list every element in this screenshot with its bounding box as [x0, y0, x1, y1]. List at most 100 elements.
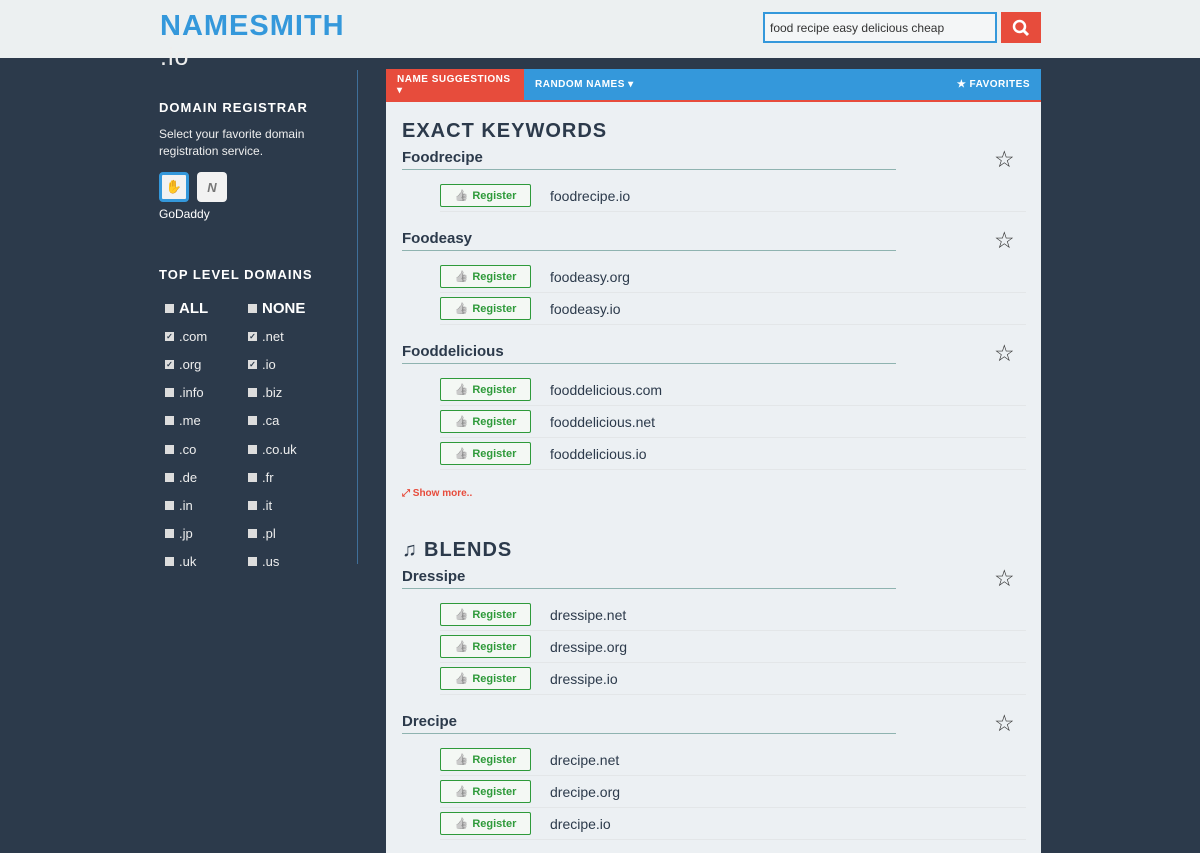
favorite-star-icon[interactable]: ☆ [994, 710, 1015, 737]
register-button[interactable]: 👍 Register [440, 184, 531, 207]
register-label: Register [472, 785, 517, 798]
domain-row: 👍 Register fooddelicious.io [440, 438, 1026, 470]
domain-name[interactable]: foodeasy.org [550, 269, 630, 285]
tld-option[interactable]: NONE [248, 294, 331, 322]
register-button[interactable]: 👍 Register [440, 748, 531, 771]
domain-name[interactable]: dressipe.net [550, 607, 626, 623]
register-button[interactable]: 👍 Register [440, 812, 531, 835]
namecheap-logo-button[interactable]: N [197, 172, 227, 202]
favorite-star-icon[interactable]: ☆ [994, 565, 1015, 592]
section-title: EXACT KEYWORDS [402, 120, 1041, 143]
domain-name[interactable]: drecipe.net [550, 752, 619, 768]
tld-label: .org [179, 356, 202, 372]
tld-label: .co [179, 441, 197, 457]
domain-name[interactable]: foodrecipe.io [550, 188, 630, 204]
register-button[interactable]: 👍 Register [440, 667, 531, 690]
checkbox-checked[interactable]: ✓ [248, 331, 257, 341]
tld-option[interactable]: .biz [248, 379, 331, 407]
register-button[interactable]: 👍 Register [440, 442, 531, 465]
tld-label: ALL [179, 299, 209, 317]
checkbox[interactable] [165, 529, 174, 539]
tld-option[interactable]: .me [165, 407, 248, 435]
checkbox-checked[interactable]: ✓ [165, 359, 174, 369]
tab-favorites[interactable]: ★ FAVORITES [946, 69, 1041, 100]
tld-option[interactable]: .it [248, 491, 331, 519]
checkbox[interactable] [248, 444, 257, 454]
domain-name[interactable]: foodeasy.io [550, 301, 621, 317]
domain-name[interactable]: fooddelicious.io [550, 446, 647, 462]
register-button[interactable]: 👍 Register [440, 297, 531, 320]
name-group: Foodeasy ☆ 👍 Register foodeasy.org 👍 Register f… [386, 227, 1041, 325]
favorite-star-icon[interactable]: ☆ [994, 146, 1015, 173]
register-button[interactable]: 👍 Register [440, 780, 531, 803]
tld-option[interactable]: .de [165, 463, 248, 491]
checkbox[interactable] [165, 444, 174, 454]
register-button[interactable]: 👍 Register [440, 635, 531, 658]
tld-option[interactable]: ✓ .io [248, 350, 331, 378]
register-label: Register [472, 383, 517, 396]
checkbox[interactable] [248, 472, 257, 482]
tab-random-names[interactable]: RANDOM NAMES ▾ [524, 69, 645, 100]
tld-option[interactable]: .ca [248, 407, 331, 435]
registrar-title: DOMAIN REGISTRAR [159, 100, 308, 115]
register-button[interactable]: 👍 Register [440, 378, 531, 401]
name-title: Fooddelicious [402, 343, 896, 364]
tld-label: .in [179, 497, 193, 513]
domain-name[interactable]: fooddelicious.net [550, 414, 655, 430]
godaddy-logo-button[interactable]: ✋ [159, 172, 189, 202]
register-button[interactable]: 👍 Register [440, 265, 531, 288]
checkbox[interactable] [165, 472, 174, 482]
tld-label: .it [262, 497, 273, 513]
checkbox[interactable] [165, 303, 174, 313]
tld-option[interactable]: .in [165, 491, 248, 519]
logo[interactable]: NAMESMITH .io [160, 10, 345, 71]
tld-option[interactable]: .uk [165, 548, 248, 576]
results-panel: NAME SUGGESTIONS ▾ RANDOM NAMES ▾ ★ FAVO… [386, 69, 1041, 853]
tld-label: .jp [179, 526, 193, 542]
domain-name[interactable]: dressipe.io [550, 671, 618, 687]
tld-option[interactable]: .co.uk [248, 435, 331, 463]
checkbox[interactable] [248, 500, 257, 510]
favorite-star-icon[interactable]: ☆ [994, 340, 1015, 367]
tld-option[interactable]: .pl [248, 520, 331, 548]
tld-option[interactable]: .us [248, 548, 331, 576]
domain-name[interactable]: drecipe.org [550, 784, 620, 800]
name-title: Foodeasy [402, 230, 896, 251]
tld-option[interactable]: ALL [165, 294, 248, 322]
tld-option[interactable]: .fr [248, 463, 331, 491]
checkbox-checked[interactable]: ✓ [248, 359, 257, 369]
tld-option[interactable]: .co [165, 435, 248, 463]
thumbs-up-icon: 👍 [454, 609, 469, 621]
favorite-star-icon[interactable]: ☆ [994, 227, 1015, 254]
checkbox[interactable] [165, 388, 174, 398]
tld-option[interactable]: ✓ .net [248, 322, 331, 350]
selected-registrar: GoDaddy [159, 207, 210, 221]
search-button[interactable] [1001, 12, 1041, 43]
domain-name[interactable]: drecipe.io [550, 816, 611, 832]
checkbox[interactable] [248, 388, 257, 398]
register-button[interactable]: 👍 Register [440, 410, 531, 433]
checkbox-checked[interactable]: ✓ [165, 331, 174, 341]
domain-name[interactable]: dressipe.org [550, 639, 627, 655]
checkbox[interactable] [165, 416, 174, 426]
domain-row: 👍 Register drecipe.io [440, 808, 1026, 840]
register-button[interactable]: 👍 Register [440, 603, 531, 626]
search-icon [1012, 19, 1030, 36]
search-input[interactable] [763, 12, 997, 43]
tld-option[interactable]: ✓ .org [165, 350, 248, 378]
checkbox[interactable] [248, 416, 257, 426]
tld-option[interactable]: .info [165, 379, 248, 407]
tld-option[interactable]: ✓ .com [165, 322, 248, 350]
thumbs-up-icon: 👍 [454, 190, 469, 202]
tab-name-suggestions[interactable]: NAME SUGGESTIONS ▾ [386, 69, 524, 100]
checkbox[interactable] [165, 500, 174, 510]
checkbox[interactable] [248, 303, 257, 313]
tld-option[interactable]: .jp [165, 520, 248, 548]
show-more-link[interactable]: ⤢ Show more.. [402, 488, 1041, 499]
checkbox[interactable] [165, 557, 174, 567]
domain-name[interactable]: fooddelicious.com [550, 382, 662, 398]
checkbox[interactable] [248, 529, 257, 539]
checkbox[interactable] [248, 557, 257, 567]
section-title: ♫ BLENDS [402, 539, 1041, 562]
tld-label: .de [179, 469, 198, 485]
